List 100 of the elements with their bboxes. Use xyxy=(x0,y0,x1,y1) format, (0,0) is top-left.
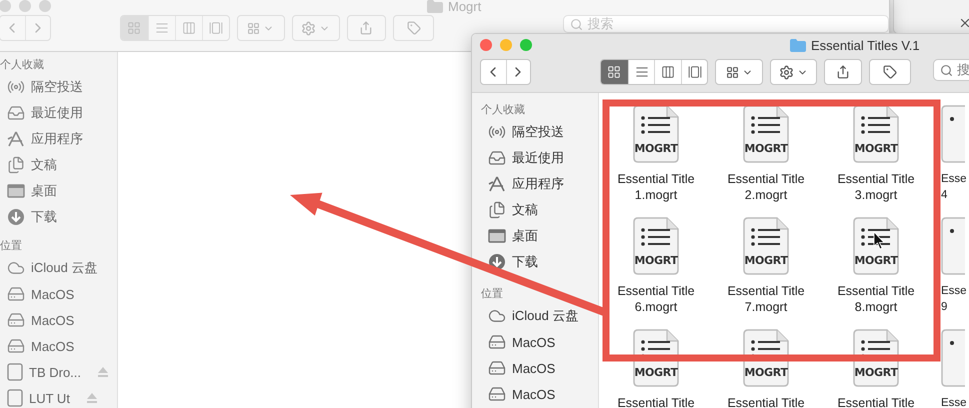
desktop-icon xyxy=(7,184,25,198)
sidebar-item[interactable]: MacOS xyxy=(512,386,556,402)
cloud-icon xyxy=(7,259,25,277)
file-type-label: MOGRT xyxy=(633,366,679,379)
file-name[interactable]: Essential Title 1.mogrt xyxy=(607,171,705,203)
file-type-label: MOGRT xyxy=(853,254,899,267)
sidebar-item[interactable]: 应用程序 xyxy=(31,130,83,148)
columns-icon xyxy=(661,65,676,79)
document-icon xyxy=(633,105,679,163)
zoom-button[interactable] xyxy=(520,39,532,51)
file-name[interactable]: Esse xyxy=(941,395,967,408)
sidebar-heading: 位置 xyxy=(481,287,504,302)
zoom-button[interactable] xyxy=(39,0,51,12)
cloud-icon xyxy=(488,307,506,325)
tag-icon xyxy=(406,21,420,35)
file-name[interactable]: Esse 9 xyxy=(941,283,969,315)
documents-icon xyxy=(7,156,25,174)
share-icon xyxy=(836,65,850,79)
grid-icon xyxy=(607,65,622,79)
sidebar-item[interactable]: 最近使用 xyxy=(31,104,83,122)
airdrop-icon xyxy=(7,78,25,96)
file-type-label: MOGRT xyxy=(853,142,899,155)
sidebar-item[interactable]: MacOS xyxy=(31,286,74,302)
sidebar-item[interactable]: MacOS xyxy=(31,338,74,354)
drive-icon xyxy=(7,389,23,407)
file-name[interactable]: Essential Title 7.mogrt xyxy=(717,283,815,315)
applications-icon xyxy=(7,130,25,148)
grid-icon xyxy=(127,21,142,35)
sidebar-item[interactable]: 文稿 xyxy=(512,201,538,219)
share-icon xyxy=(359,21,374,35)
airdrop-icon xyxy=(488,123,506,141)
sidebar-item[interactable]: 隔空投送 xyxy=(512,123,564,141)
sidebar-heading: 位置 xyxy=(0,239,23,254)
file-name[interactable]: Essential Title 2.mogrt xyxy=(717,171,815,203)
minimize-button[interactable] xyxy=(500,39,512,51)
folder-icon xyxy=(790,38,806,52)
documents-icon xyxy=(488,201,506,219)
gallery-icon xyxy=(688,65,702,79)
close-button[interactable] xyxy=(0,0,11,12)
file-name[interactable]: Essential Title 3.mogrt xyxy=(827,171,925,203)
document-icon xyxy=(941,217,965,275)
sidebar-item[interactable]: iCloud 云盘 xyxy=(31,259,98,277)
file-type-label: MOGRT xyxy=(633,254,679,267)
sidebar-item[interactable]: LUT Ut xyxy=(29,390,70,406)
sidebar-item[interactable]: 下载 xyxy=(512,253,538,271)
tray-icon xyxy=(488,149,506,167)
file-name[interactable]: Essential Title xyxy=(837,395,915,408)
gallery-icon xyxy=(208,21,223,35)
download-icon xyxy=(488,253,506,271)
sidebar-item[interactable]: 下载 xyxy=(31,208,57,226)
tag-icon xyxy=(883,65,898,79)
sidebar-heading: 个人收藏 xyxy=(0,58,45,73)
minimize-button[interactable] xyxy=(19,0,31,12)
file-name[interactable]: Essential Title 6.mogrt xyxy=(607,283,705,315)
document-icon xyxy=(941,329,965,387)
desktop-icon xyxy=(488,229,506,243)
list-icon xyxy=(634,65,649,79)
sidebar-item[interactable]: 应用程序 xyxy=(512,175,564,193)
sidebar-item[interactable]: 文稿 xyxy=(31,156,57,174)
settings-icon xyxy=(778,64,794,80)
settings-icon xyxy=(301,20,316,36)
search-field[interactable]: 搜 xyxy=(932,59,969,81)
sidebar-item[interactable]: 最近使用 xyxy=(512,149,564,167)
icon-view-button[interactable] xyxy=(601,60,628,84)
eject-icon[interactable] xyxy=(86,392,98,404)
document-icon xyxy=(853,217,899,275)
file-type-label: MOGRT xyxy=(743,142,789,155)
document-icon xyxy=(743,105,789,163)
sidebar-item[interactable]: MacOS xyxy=(512,334,556,350)
eject-icon[interactable] xyxy=(97,366,110,378)
sidebar-item[interactable]: 桌面 xyxy=(512,227,538,245)
window-title: Essential Titles V.1 xyxy=(811,38,920,52)
sidebar-item[interactable]: TB Dro... xyxy=(29,364,82,380)
search-icon xyxy=(940,64,953,76)
tray-icon xyxy=(7,104,25,122)
document-icon xyxy=(633,217,679,275)
applications-icon xyxy=(488,175,506,193)
grid-icon xyxy=(726,66,739,78)
close-button[interactable] xyxy=(480,39,492,51)
file-name[interactable]: Esse 4 xyxy=(941,171,969,203)
sidebar-item[interactable]: iCloud 云盘 xyxy=(512,307,578,325)
document-icon xyxy=(743,217,789,275)
file-type-label: MOGRT xyxy=(743,254,789,267)
download-icon xyxy=(7,208,25,226)
sidebar-item[interactable]: MacOS xyxy=(512,360,556,376)
window-title: Mogrt xyxy=(448,0,482,14)
file-type-label: MOGRT xyxy=(633,142,679,155)
sidebar-item[interactable]: 桌面 xyxy=(31,182,57,200)
file-name[interactable]: Essential Title 8.mogrt xyxy=(827,283,925,315)
file-name[interactable]: Essential Title xyxy=(727,395,805,408)
file-type-label: MOGRT xyxy=(743,366,789,379)
file-name[interactable]: Essential Title xyxy=(617,395,695,408)
document-icon xyxy=(853,105,899,163)
columns-icon xyxy=(182,21,196,35)
drive-icon xyxy=(7,363,23,381)
search-icon xyxy=(570,18,584,30)
cursor-icon xyxy=(874,231,885,250)
sidebar-item[interactable]: MacOS xyxy=(31,312,74,328)
sidebar-item[interactable]: 隔空投送 xyxy=(31,78,83,96)
close-icon[interactable] xyxy=(958,16,969,30)
